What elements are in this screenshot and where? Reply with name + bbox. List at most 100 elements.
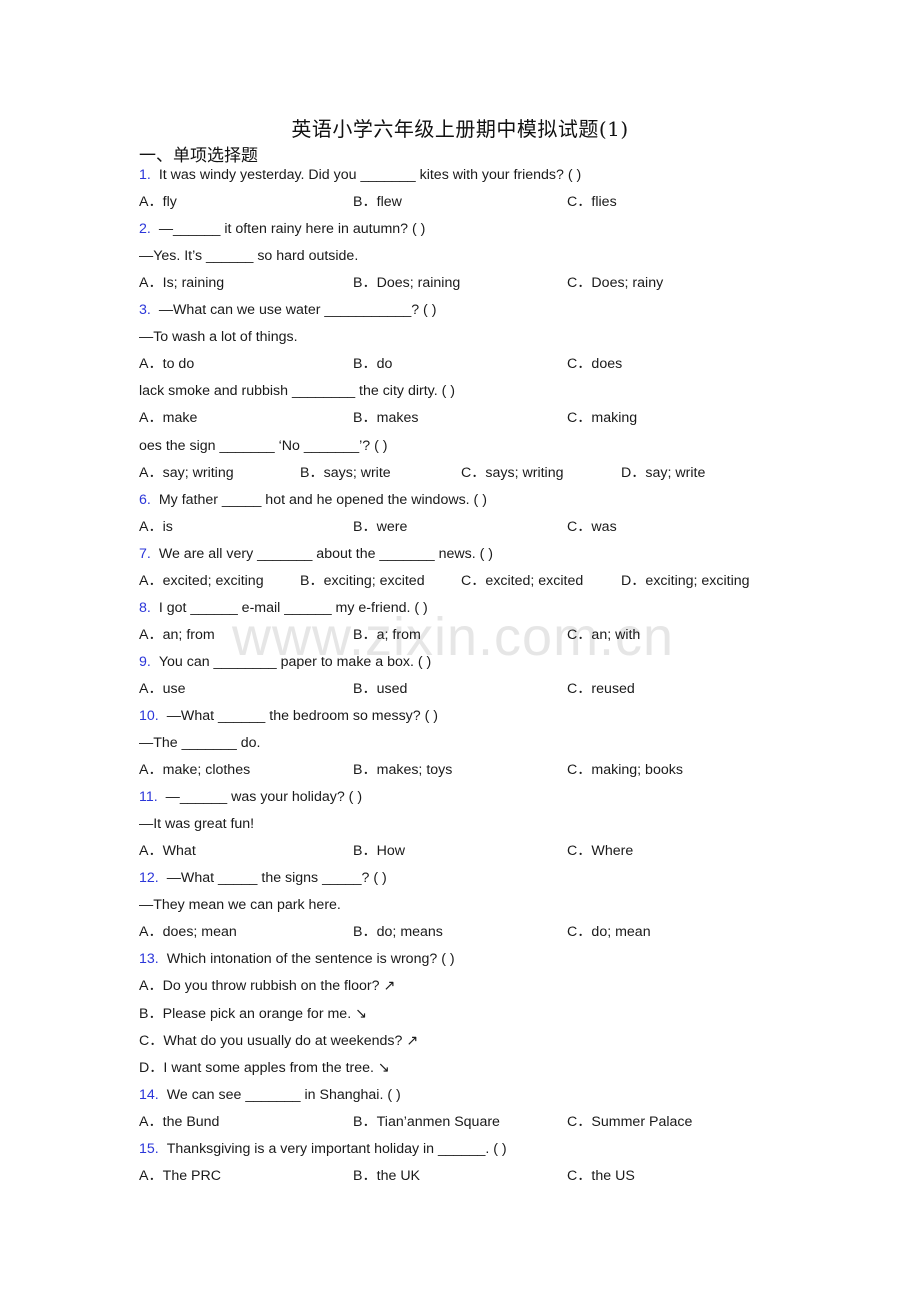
question-number: 14. [139, 1087, 159, 1103]
question-reply: —Yes. It’s ______ so hard outside. [139, 248, 359, 264]
answer-option[interactable]: B．Does; raining [353, 273, 460, 293]
question-text: It was windy yesterday. Did you _______ … [158, 167, 582, 183]
question-text: I got ______ e-mail ______ my e-friend. … [158, 600, 428, 616]
answer-option[interactable]: A．make; clothes [139, 760, 250, 780]
answer-option[interactable]: C．making [567, 408, 637, 428]
answer-option[interactable]: A．What [139, 841, 196, 861]
answer-option[interactable]: B．How [353, 841, 405, 861]
answer-option[interactable]: C．was [567, 517, 617, 537]
options-row: A．use B．used C．reused [139, 679, 839, 699]
answer-option[interactable]: A．make [139, 408, 197, 428]
answer-option[interactable]: C．says; writing [461, 463, 564, 483]
question-stem: 10. —What ______ the bedroom so messy? ( … [139, 706, 438, 726]
answer-option[interactable]: A．use [139, 679, 186, 699]
question-text: Which intonation of the sentence is wron… [166, 951, 455, 967]
question-reply: —The _______ do. [139, 735, 261, 751]
question-number: 12. [139, 870, 159, 886]
answer-option[interactable]: D．I want some apples from the tree. ↘ [139, 1058, 390, 1078]
question-number: 13. [139, 951, 159, 967]
question-text: Thanksgiving is a very important holiday… [166, 1141, 507, 1157]
question-stem: 9. You can ________ paper to make a box. … [139, 652, 431, 672]
question-stem: 1. It was windy yesterday. Did you ______… [139, 165, 581, 185]
answer-option[interactable]: B．Tian’anmen Square [353, 1112, 500, 1132]
question-stem: 6. My father _____ hot and he opened the … [139, 490, 487, 510]
answer-option[interactable]: B．the UK [353, 1166, 420, 1186]
answer-option[interactable]: B．used [353, 679, 407, 699]
answer-option[interactable]: B．makes; toys [353, 760, 452, 780]
answer-option[interactable]: B．Please pick an orange for me. ↘ [139, 1004, 367, 1024]
question-text: —______ was your holiday? ( ) [165, 789, 363, 805]
answer-option[interactable]: D．say; write [621, 463, 705, 483]
answer-option[interactable]: A．an; from [139, 625, 215, 645]
options-row: A．The PRC B．the UK C．the US [139, 1166, 839, 1186]
question-stem: 13. Which intonation of the sentence is w… [139, 949, 455, 969]
question-stem: 3. —What can we use water ___________? ( … [139, 300, 436, 320]
answer-option[interactable]: A．the Bund [139, 1112, 219, 1132]
answer-option[interactable]: C．excited; excited [461, 571, 583, 591]
question-text: —What can we use water ___________? ( ) [158, 302, 437, 318]
exam-page: 英语小学六年级上册期中模拟试题(1) 一、单项选择题 www.zixin.com… [0, 0, 920, 1302]
answer-option[interactable]: C．What do you usually do at weekends? ↗ [139, 1031, 418, 1051]
question-text: We can see _______ in Shanghai. ( ) [166, 1087, 401, 1103]
options-row: A．What B．How C．Where [139, 841, 839, 861]
answer-option[interactable]: C．making; books [567, 760, 683, 780]
answer-option[interactable]: B．makes [353, 408, 418, 428]
answer-option[interactable]: D．exciting; exciting [621, 571, 750, 591]
question-text: —______ it often rainy here in autumn? (… [158, 221, 426, 237]
answer-option[interactable]: B．do [353, 354, 392, 374]
answer-option[interactable]: A．is [139, 517, 173, 537]
section-heading: 一、单项选择题 [139, 146, 258, 166]
answer-option[interactable]: C．an; with [567, 625, 640, 645]
answer-option[interactable]: B．a; from [353, 625, 421, 645]
options-row: A．excited; exciting B．exciting; excited C．… [139, 571, 839, 591]
question-number: 8. [139, 600, 151, 616]
question-number: 11. [139, 789, 158, 805]
question-stem: lack smoke and rubbish ________ the city… [139, 381, 455, 401]
question-reply: —They mean we can park here. [139, 897, 341, 913]
question-stem: 14. We can see _______ in Shanghai. ( ) [139, 1085, 401, 1105]
question-number: 6. [139, 492, 151, 508]
question-number: 15. [139, 1141, 159, 1157]
answer-option[interactable]: B．were [353, 517, 407, 537]
answer-option[interactable]: C．reused [567, 679, 635, 699]
answer-option[interactable]: A．The PRC [139, 1166, 221, 1186]
answer-option[interactable]: C．Where [567, 841, 633, 861]
answer-option[interactable]: B．flew [353, 192, 402, 212]
answer-option[interactable]: B．do; means [353, 922, 443, 942]
answer-option[interactable]: C．do; mean [567, 922, 651, 942]
question-number: 9. [139, 654, 151, 670]
question-stem: 15. Thanksgiving is a very important holi… [139, 1139, 507, 1159]
answer-option[interactable]: C．the US [567, 1166, 635, 1186]
question-stem: 11. —______ was your holiday? ( ) [139, 787, 362, 807]
question-text: We are all very _______ about the ______… [158, 546, 493, 562]
question-number: 3. [139, 302, 151, 318]
question-text: oes the sign _______ ‘No _______’? ( ) [139, 438, 388, 454]
answer-option[interactable]: A．Is; raining [139, 273, 224, 293]
answer-option[interactable]: C．flies [567, 192, 617, 212]
question-number: 7. [139, 546, 151, 562]
answer-option[interactable]: B．says; write [300, 463, 391, 483]
answer-option[interactable]: C．Summer Palace [567, 1112, 692, 1132]
answer-option[interactable]: C．does [567, 354, 622, 374]
options-row: A．the Bund B．Tian’anmen Square C．Summer Pa… [139, 1112, 839, 1132]
options-row: A．say; writing B．says; write C．says; writi… [139, 463, 839, 483]
question-number: 1. [139, 167, 151, 183]
question-reply: —It was great fun! [139, 816, 255, 832]
question-text: lack smoke and rubbish ________ the city… [139, 383, 455, 399]
answer-option[interactable]: B．exciting; excited [300, 571, 425, 591]
options-row: A．does; mean B．do; means C．do; mean [139, 922, 839, 942]
answer-option[interactable]: A．does; mean [139, 922, 237, 942]
answer-option[interactable]: A．to do [139, 354, 194, 374]
question-stem: oes the sign _______ ‘No _______’? ( ) [139, 436, 387, 456]
question-text: —What _____ the signs _____? ( ) [166, 870, 387, 886]
question-number: 10. [139, 708, 159, 724]
options-row: A．an; from B．a; from C．an; with [139, 625, 839, 645]
question-reply: —To wash a lot of things. [139, 329, 298, 345]
question-text: My father _____ hot and he opened the wi… [158, 492, 487, 508]
answer-option[interactable]: A．excited; exciting [139, 571, 264, 591]
answer-option[interactable]: A．fly [139, 192, 177, 212]
answer-option[interactable]: C．Does; rainy [567, 273, 663, 293]
answer-option[interactable]: A．Do you throw rubbish on the floor? ↗ [139, 976, 395, 996]
answer-option[interactable]: A．say; writing [139, 463, 234, 483]
options-row: A．Is; raining B．Does; raining C．Does; rain… [139, 273, 839, 293]
